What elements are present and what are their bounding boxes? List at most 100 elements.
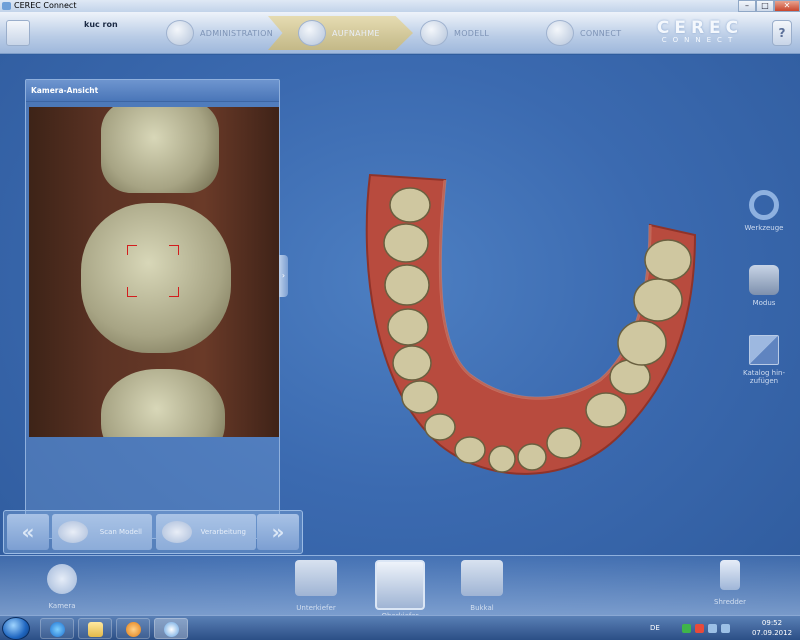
brand-logo: CEREC CONNECT xyxy=(640,18,760,44)
camera-panel: Kamera-Ansicht xyxy=(25,79,280,539)
step-label: Verarbeitung xyxy=(200,528,246,536)
tab-label: ADMINISTRATION xyxy=(200,28,274,38)
clock-time: 09:52 xyxy=(761,619,783,627)
collapse-panel-button[interactable]: › xyxy=(279,255,288,297)
window-title-bar: CEREC Connect – □ ✕ xyxy=(0,0,800,12)
toolbar-label: Shredder xyxy=(714,598,746,606)
tooth xyxy=(387,308,429,346)
tooth xyxy=(383,223,429,263)
camera-tooth-top xyxy=(101,107,219,193)
tooth xyxy=(617,320,667,366)
taskbar-file-explorer[interactable] xyxy=(78,618,112,639)
tool-label: Katalog hin- zufügen xyxy=(742,369,786,385)
camera-tooth-middle xyxy=(81,203,231,353)
bukkal-button[interactable]: Bukkal xyxy=(452,560,512,612)
model-icon xyxy=(420,20,448,46)
tooth xyxy=(517,443,547,471)
system-tray xyxy=(682,624,742,634)
tooth xyxy=(546,427,582,459)
connect-globe-icon xyxy=(546,20,574,46)
tooth xyxy=(585,392,627,428)
maximize-button[interactable]: □ xyxy=(756,0,774,12)
tray-app-icon[interactable] xyxy=(682,624,691,633)
shredder-button[interactable]: Shredder xyxy=(700,560,760,606)
tray-volume-icon[interactable] xyxy=(721,624,730,633)
close-button[interactable]: ✕ xyxy=(774,0,800,12)
ring-icon xyxy=(749,190,779,220)
catalog-add-icon xyxy=(749,335,779,365)
shredder-icon xyxy=(720,560,740,590)
step-next-button[interactable]: » xyxy=(257,514,299,550)
start-button[interactable] xyxy=(2,617,30,640)
modus-button[interactable]: Modus xyxy=(738,265,790,307)
step-verarbeitung[interactable]: Verarbeitung xyxy=(156,514,256,550)
bottom-toolbar: Kamera Unterkiefer Oberkiefer Bukkal Shr… xyxy=(0,555,800,620)
tooth xyxy=(644,239,692,281)
processing-icon xyxy=(162,521,192,543)
camera-tooth-bottom xyxy=(101,369,225,437)
clapper-icon xyxy=(749,265,779,295)
internet-explorer-icon xyxy=(50,622,65,637)
patient-card-icon[interactable] xyxy=(6,20,30,46)
brand-line-1: CEREC xyxy=(656,18,744,38)
tray-network-icon[interactable] xyxy=(708,624,717,633)
scan-model-icon xyxy=(58,521,88,543)
werkzeuge-button[interactable]: Werkzeuge xyxy=(738,190,790,232)
tab-administration[interactable]: ADMINISTRATION xyxy=(166,18,273,48)
window-controls: – □ ✕ xyxy=(738,0,800,12)
tab-connect[interactable]: CONNECT xyxy=(546,18,621,48)
focus-marker-bl xyxy=(127,287,137,297)
step-back-button[interactable]: « xyxy=(7,514,49,550)
tooth xyxy=(633,278,683,322)
upper-jaw-icon xyxy=(375,560,425,610)
minimize-button[interactable]: – xyxy=(738,0,756,12)
patient-name: kuc ron xyxy=(84,20,118,29)
camera-live-view[interactable] xyxy=(29,107,279,437)
tooth xyxy=(401,380,439,414)
media-player-icon xyxy=(126,622,141,637)
camera-icon xyxy=(47,564,77,594)
camera-scan-icon xyxy=(298,20,326,46)
tool-label: Werkzeuge xyxy=(744,224,784,232)
patient-area[interactable]: kuc ron xyxy=(0,12,160,54)
tab-aufnahme[interactable]: AUFNAHME xyxy=(298,18,380,48)
kamera-button[interactable]: Kamera xyxy=(32,560,92,610)
tab-label: AUFNAHME xyxy=(332,28,380,38)
tooth xyxy=(424,413,456,441)
lower-jaw-icon xyxy=(295,560,337,596)
tab-modell[interactable]: MODELL xyxy=(420,18,489,48)
buccal-icon xyxy=(461,560,503,596)
app-header: kuc ron ADMINISTRATION AUFNAHME MODELL C… xyxy=(0,12,800,54)
taskbar-clock[interactable]: 09:52 07.09.2012 xyxy=(748,618,796,638)
oberkiefer-button[interactable]: Oberkiefer xyxy=(370,560,430,620)
taskbar-media-player[interactable] xyxy=(116,618,150,639)
tray-flag-icon[interactable] xyxy=(695,624,704,633)
windows-taskbar: DE 09:52 07.09.2012 xyxy=(0,615,800,640)
focus-marker-br xyxy=(169,287,179,297)
main-workspace: Kamera-Ansicht › Werkzeuge Modus Katalog… xyxy=(0,55,800,620)
tooth xyxy=(454,436,486,464)
toolbar-label: Bukkal xyxy=(470,604,494,612)
tab-label: CONNECT xyxy=(580,28,622,38)
administration-icon xyxy=(166,20,194,46)
tooth xyxy=(384,264,430,306)
help-icon[interactable]: ? xyxy=(772,20,792,46)
focus-marker-tr xyxy=(169,245,179,255)
step-scan-modell[interactable]: Scan Modell xyxy=(52,514,152,550)
taskbar-cerec-connect[interactable] xyxy=(154,618,188,639)
katalog-add-button[interactable]: Katalog hin- zufügen xyxy=(738,335,790,385)
step-label: Scan Modell xyxy=(99,528,142,536)
tooth xyxy=(392,345,432,381)
tooth xyxy=(389,187,431,223)
folder-icon xyxy=(88,622,103,637)
cerec-globe-icon xyxy=(164,622,179,637)
jaw-scan-3d-view[interactable] xyxy=(350,105,710,515)
tooth xyxy=(488,445,516,473)
toolbar-label: Kamera xyxy=(48,602,76,610)
taskbar-internet-explorer[interactable] xyxy=(40,618,74,639)
unterkiefer-button[interactable]: Unterkiefer xyxy=(286,560,346,612)
clock-date: 07.09.2012 xyxy=(751,629,793,637)
toolbar-label: Unterkiefer xyxy=(296,604,336,612)
tab-label: MODELL xyxy=(454,28,490,38)
language-indicator[interactable]: DE xyxy=(650,624,660,632)
